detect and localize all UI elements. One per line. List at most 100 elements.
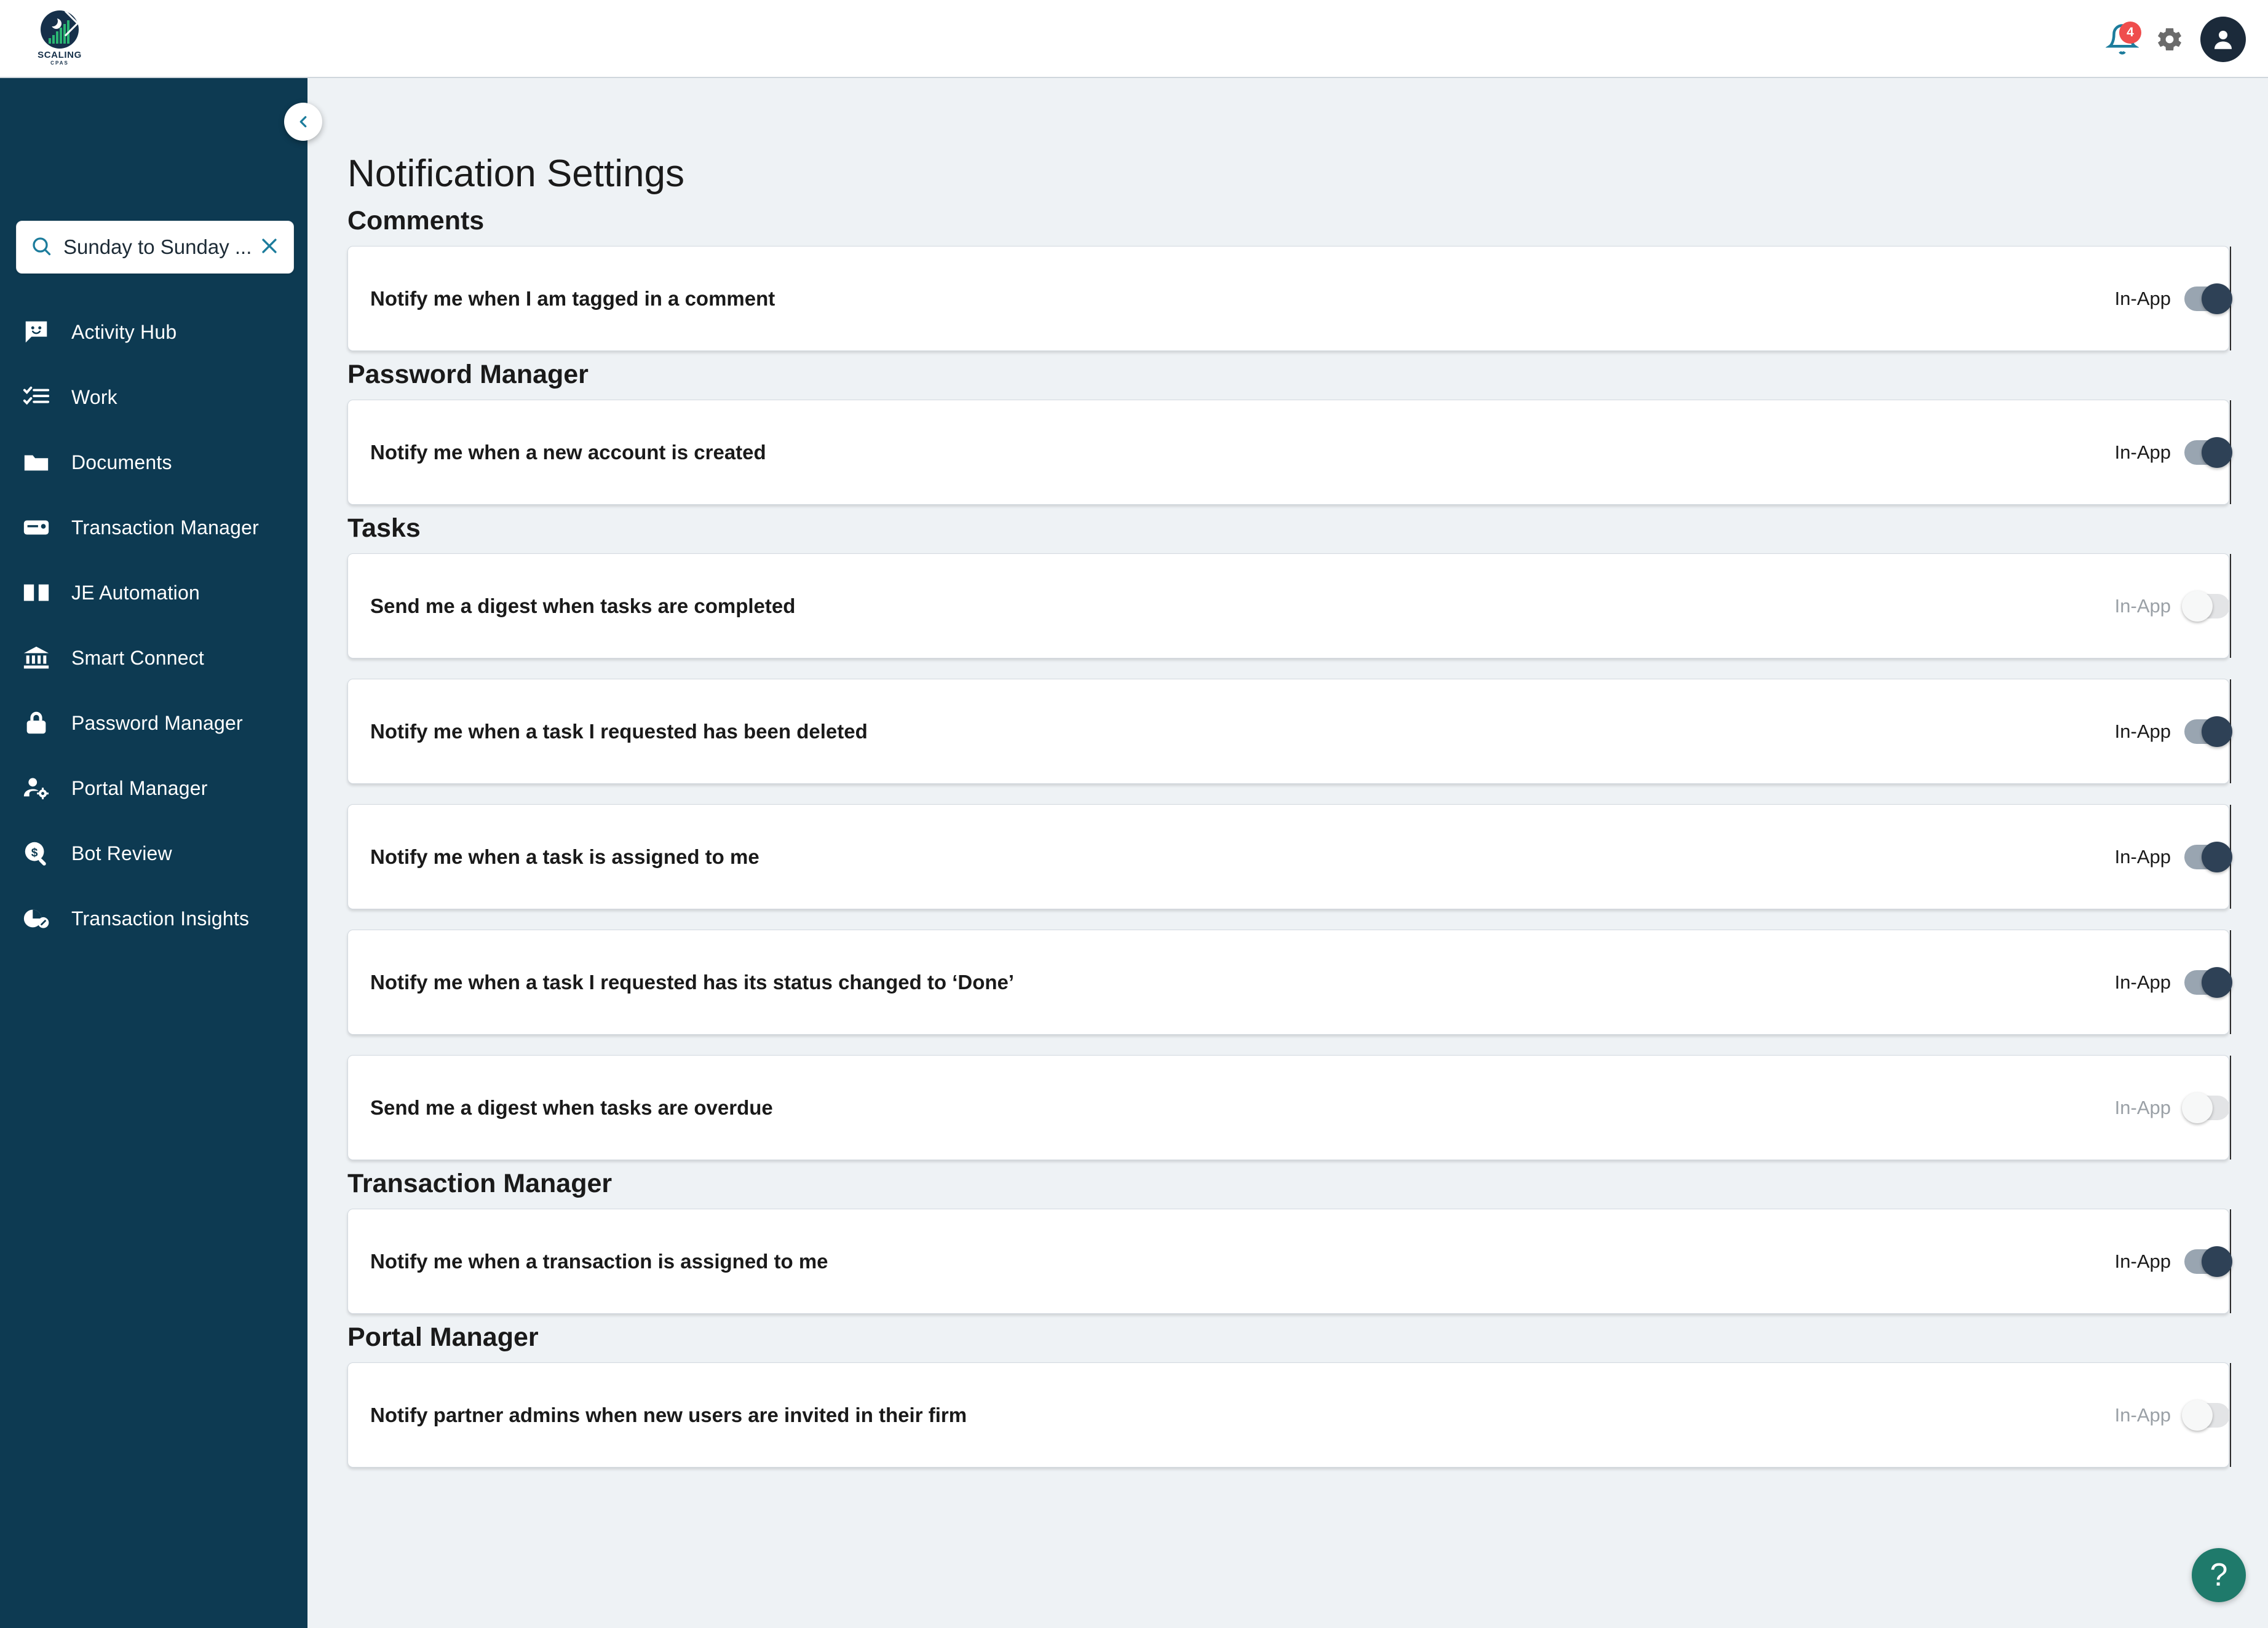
- inapp-toggle[interactable]: [2184, 841, 2232, 872]
- search-icon: [30, 235, 52, 260]
- inapp-cell: In-App: [1289, 554, 2230, 658]
- inapp-toggle[interactable]: [2184, 716, 2232, 747]
- svg-text:$: $: [31, 847, 38, 859]
- sidebar-item-bot-review[interactable]: $ Bot Review: [0, 821, 307, 886]
- notification-setting-row: Notify partner admins when new users are…: [347, 1362, 2231, 1468]
- notification-setting-row: Notify me when a transaction is assigned…: [347, 1209, 2232, 1314]
- inapp-toggle[interactable]: [2184, 1246, 2232, 1277]
- email-cell: Email: [2230, 1209, 2268, 1313]
- chevron-left-icon: [299, 116, 307, 128]
- inapp-label: In-App: [2114, 971, 2171, 993]
- inapp-toggle-group[interactable]: In-App: [2115, 1399, 2230, 1431]
- settings-section: Tasks Send me a digest when tasks are com…: [307, 513, 2268, 1160]
- inapp-toggle-group[interactable]: In-App: [2114, 966, 2232, 998]
- sidebar-item-je-automation[interactable]: JE Automation: [0, 560, 307, 625]
- main-content: Notification Settings Comments Notify me …: [307, 78, 2268, 1628]
- setting-label: Send me a digest when tasks are overdue: [370, 1096, 773, 1119]
- close-icon: [262, 238, 277, 253]
- sidebar-item-smart-connect[interactable]: Smart Connect: [0, 625, 307, 690]
- inapp-toggle[interactable]: [2184, 966, 2232, 998]
- help-button[interactable]: ?: [2192, 1548, 2246, 1602]
- inapp-label: In-App: [2114, 845, 2171, 867]
- setting-label: Notify me when I am tagged in a comment: [370, 286, 775, 310]
- search-clear-button[interactable]: [259, 235, 280, 259]
- email-cell: Email: [2230, 554, 2268, 658]
- page-title: Notification Settings: [347, 152, 684, 195]
- inapp-toggle-group[interactable]: In-App: [2115, 716, 2232, 747]
- folder-icon: [17, 448, 55, 476]
- inapp-label: In-App: [2114, 595, 2171, 617]
- inapp-toggle-group[interactable]: In-App: [2114, 841, 2232, 872]
- sidebar-item-documents[interactable]: Documents: [0, 430, 307, 495]
- sidebar-item-label: Password Manager: [71, 711, 243, 734]
- setting-label: Notify me when a transaction is assigned…: [370, 1249, 828, 1273]
- app-logo[interactable]: SCALING CPAS: [30, 8, 90, 68]
- gear-icon[interactable]: [2155, 25, 2184, 54]
- inapp-cell: In-App: [1289, 679, 2232, 783]
- notification-setting-row: Notify me when a task I requested has it…: [347, 930, 2232, 1035]
- sidebar-item-transaction-insights[interactable]: Transaction Insights: [0, 886, 307, 951]
- sidebar-item-activity-hub[interactable]: Activity Hub: [0, 299, 307, 365]
- user-avatar-icon: [2214, 30, 2232, 49]
- inapp-cell: In-App: [1289, 1056, 2230, 1160]
- notification-setting-row: Notify me when a task I requested has be…: [347, 679, 2232, 784]
- sidebar-collapse-button[interactable]: [284, 103, 322, 141]
- section-title: Tasks: [347, 513, 421, 543]
- sidebar: Sunday to Sunday ... Activity Hub Work D…: [0, 78, 322, 1628]
- inapp-toggle[interactable]: [2184, 283, 2232, 314]
- inapp-label: In-App: [2114, 441, 2171, 463]
- sidebar-item-portal-manager[interactable]: Portal Manager: [0, 756, 307, 821]
- sidebar-item-label: Transaction Insights: [71, 907, 250, 930]
- email-cell: Email: [2230, 247, 2268, 350]
- section-title: Transaction Manager: [347, 1169, 613, 1198]
- sidebar-nav: Activity Hub Work Documents Transaction …: [0, 299, 307, 951]
- email-cell: Email: [2230, 805, 2268, 909]
- inapp-toggle[interactable]: [2182, 590, 2230, 622]
- inapp-toggle-group[interactable]: In-App: [2114, 1246, 2232, 1277]
- inapp-toggle-group[interactable]: In-App: [2114, 590, 2230, 622]
- sidebar-item-label: Documents: [71, 451, 172, 473]
- setting-label: Notify me when a task is assigned to me: [370, 845, 759, 868]
- lock-icon: [17, 709, 55, 737]
- notification-setting-row: Notify me when a new account is created I…: [347, 400, 2232, 505]
- dollar-search-icon: $: [17, 839, 55, 867]
- user-gear-icon: [17, 774, 55, 802]
- search-input[interactable]: Sunday to Sunday ...: [16, 221, 294, 274]
- inapp-toggle-group[interactable]: In-App: [2114, 283, 2232, 314]
- inapp-cell: In-App: [1289, 1363, 2230, 1467]
- sidebar-item-label: Transaction Manager: [71, 516, 259, 539]
- bank-icon: [17, 644, 55, 672]
- inapp-cell: In-App: [1289, 400, 2232, 504]
- avatar[interactable]: [2200, 16, 2246, 62]
- notifications-button[interactable]: 4: [2106, 21, 2141, 56]
- chat-smiley-icon: [17, 318, 55, 346]
- inapp-toggle-group[interactable]: In-App: [2114, 437, 2232, 468]
- inapp-cell: In-App: [1289, 805, 2232, 909]
- notification-setting-row: Notify me when I am tagged in a comment I…: [347, 246, 2232, 351]
- sidebar-item-work[interactable]: Work: [0, 365, 307, 430]
- email-cell: Email: [2230, 930, 2268, 1034]
- settings-section: Portal Manager Notify partner admins when…: [307, 1322, 2268, 1468]
- settings-section: Transaction Manager Notify me when a tran…: [307, 1169, 2268, 1314]
- sidebar-item-label: JE Automation: [71, 581, 200, 604]
- notification-count-badge: 4: [2119, 21, 2141, 44]
- notification-setting-row: Send me a digest when tasks are complete…: [347, 553, 2231, 658]
- setting-label: Notify me when a task I requested has be…: [370, 719, 868, 743]
- inapp-label: In-App: [2114, 1250, 2171, 1272]
- inapp-toggle-group[interactable]: In-App: [2114, 1092, 2230, 1123]
- section-title: Portal Manager: [347, 1322, 539, 1352]
- sidebar-item-label: Activity Hub: [71, 320, 177, 343]
- inapp-toggle[interactable]: [2184, 437, 2232, 468]
- sidebar-item-transaction-manager[interactable]: Transaction Manager: [0, 495, 307, 560]
- inapp-label: In-App: [2114, 1096, 2171, 1118]
- inapp-toggle[interactable]: [2182, 1092, 2230, 1123]
- setting-label: Notify me when a new account is created: [370, 440, 766, 464]
- section-title: Comments: [347, 206, 485, 235]
- sidebar-item-label: Portal Manager: [71, 776, 208, 799]
- inapp-label: In-App: [2114, 287, 2171, 309]
- notification-setting-row: Notify me when a task is assigned to me I…: [347, 804, 2232, 909]
- sidebar-item-password-manager[interactable]: Password Manager: [0, 690, 307, 756]
- email-cell: Email: [2230, 1363, 2268, 1467]
- inapp-toggle[interactable]: [2182, 1399, 2230, 1431]
- notification-setting-row: Send me a digest when tasks are overdue I…: [347, 1055, 2231, 1160]
